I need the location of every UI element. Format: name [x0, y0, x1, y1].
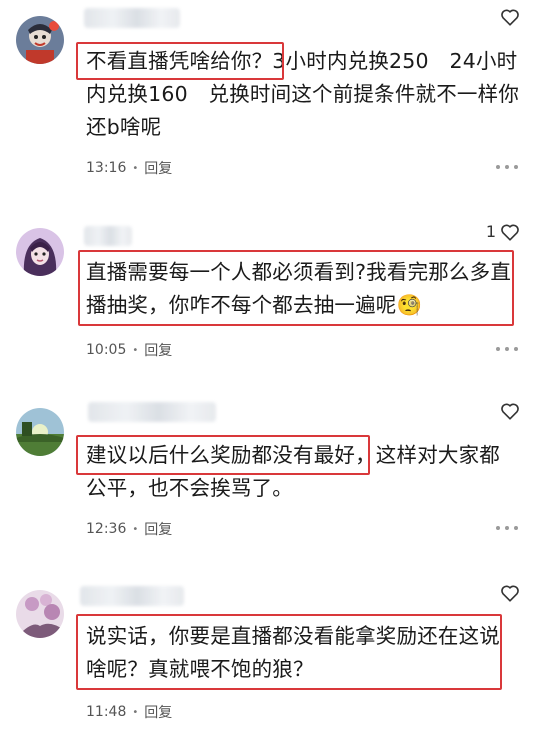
comment-item: 说实话，你要是直播都没看能拿奖励还在这说啥呢？真就喂不饱的狼？ 11:48 • …	[0, 570, 542, 737]
comment-time: 13:16	[86, 160, 127, 176]
username-redacted	[88, 402, 216, 422]
like-button[interactable]	[496, 8, 520, 26]
reply-button[interactable]: 回复	[144, 702, 172, 722]
meta-separator: •	[132, 162, 139, 174]
heart-outline-icon	[501, 403, 519, 420]
reply-button[interactable]: 回复	[144, 519, 172, 539]
comment-time: 12:36	[86, 521, 127, 537]
username-redacted	[84, 8, 180, 28]
reply-button[interactable]: 回复	[144, 158, 172, 178]
more-dots-icon[interactable]	[496, 346, 518, 352]
highlight-box	[76, 614, 502, 690]
comment-meta: 10:05 • 回复	[86, 340, 172, 360]
comment-meta: 12:36 • 回复	[86, 519, 172, 539]
like-button[interactable]	[496, 584, 520, 602]
more-dots-icon[interactable]	[496, 525, 518, 531]
highlight-box	[76, 42, 284, 80]
meta-separator: •	[132, 344, 139, 356]
reply-button[interactable]: 回复	[144, 340, 172, 360]
avatar[interactable]	[16, 228, 64, 276]
heart-outline-icon	[501, 224, 519, 241]
avatar[interactable]	[16, 16, 64, 64]
like-button[interactable]: 1	[486, 222, 520, 241]
avatar[interactable]	[16, 408, 64, 456]
heart-outline-icon	[501, 585, 519, 602]
heart-outline-icon	[501, 9, 519, 26]
meta-separator: •	[132, 523, 139, 535]
comment-meta: 11:48 • 回复	[86, 702, 172, 722]
comment-meta: 13:16 • 回复	[86, 158, 172, 178]
username-redacted	[84, 226, 132, 246]
comment-item: 建议以后什么奖励都没有最好，这样对大家都公平，也不会挨骂了。 12:36 • 回…	[0, 380, 542, 570]
comment-item: 不看直播凭啥给你？3小时内兑换250 24小时内兑换160 兑换时间这个前提条件…	[0, 0, 542, 190]
comment-time: 10:05	[86, 342, 127, 358]
username-redacted	[80, 586, 184, 606]
more-dots-icon[interactable]	[496, 164, 518, 170]
highlight-box	[76, 435, 370, 475]
avatar[interactable]	[16, 590, 64, 638]
like-count: 1	[485, 222, 496, 241]
highlight-box	[78, 250, 514, 326]
meta-separator: •	[132, 706, 139, 718]
comment-item: 1 直播需要每一个人都必须看到?我看完那么多直播抽奖，你咋不每个都去抽一遍呢🧐 …	[0, 190, 542, 380]
comment-time: 11:48	[86, 704, 127, 720]
like-button[interactable]	[496, 402, 520, 420]
